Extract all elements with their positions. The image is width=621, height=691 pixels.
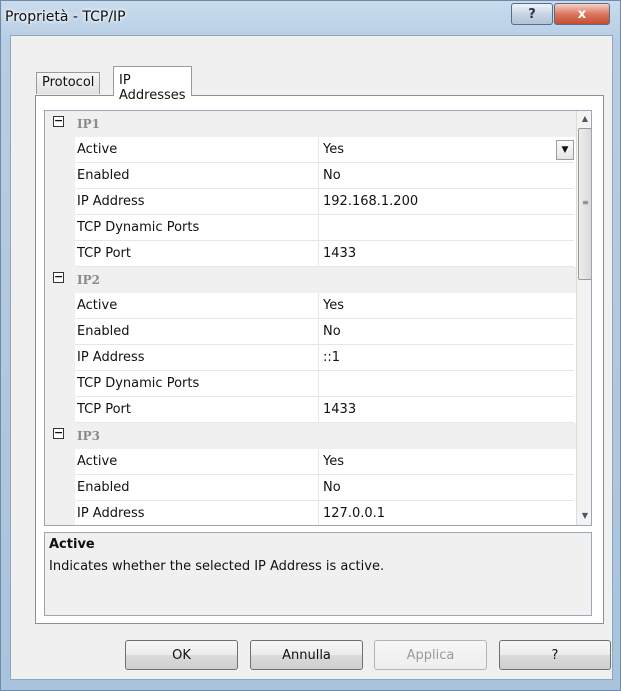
- property-value[interactable]: No: [319, 163, 574, 189]
- property-value[interactable]: ::1: [319, 345, 574, 371]
- property-label: TCP Dynamic Ports: [75, 215, 319, 241]
- cancel-button[interactable]: Annulla: [250, 640, 363, 670]
- property-value[interactable]: No: [319, 319, 574, 345]
- property-row[interactable]: TCP Port 1433: [45, 241, 591, 267]
- collapse-icon[interactable]: −: [53, 115, 64, 127]
- property-value[interactable]: Yes: [319, 293, 574, 319]
- property-label: IP Address: [75, 345, 319, 371]
- category-label: IP3: [77, 429, 100, 443]
- property-row[interactable]: TCP Dynamic Ports: [45, 371, 591, 397]
- property-row[interactable]: IP Address 192.168.1.200: [45, 189, 591, 215]
- property-label: Enabled: [75, 475, 319, 501]
- property-value[interactable]: 192.168.1.200: [319, 189, 574, 215]
- property-value[interactable]: 1433: [319, 241, 574, 267]
- ok-button[interactable]: OK: [125, 640, 238, 670]
- property-label: IP Address: [75, 189, 319, 215]
- scroll-thumb[interactable]: ≡: [578, 128, 591, 280]
- property-row[interactable]: Enabled No: [45, 475, 591, 501]
- description-title: Active: [49, 537, 95, 552]
- property-row[interactable]: Enabled No: [45, 319, 591, 345]
- grip-icon: ≡: [582, 198, 589, 207]
- property-label: TCP Port: [75, 397, 319, 423]
- description-panel: Active Indicates whether the selected IP…: [44, 532, 592, 616]
- property-label: IP Address: [75, 501, 319, 525]
- property-value[interactable]: 127.0.0.1: [319, 501, 574, 525]
- tab-panel-ip-addresses: − IP1 Active Yes ▼ Enabled No IP Address: [35, 95, 604, 624]
- property-label: Enabled: [75, 319, 319, 345]
- category-ip2[interactable]: − IP2: [45, 267, 591, 293]
- property-value[interactable]: Yes: [319, 137, 574, 163]
- property-row[interactable]: TCP Dynamic Ports: [45, 215, 591, 241]
- tab-protocol[interactable]: Protocol: [36, 72, 101, 94]
- scroll-up-arrow-icon[interactable]: ▲: [577, 111, 591, 127]
- property-value[interactable]: [319, 215, 574, 241]
- category-ip1[interactable]: − IP1: [45, 111, 591, 137]
- property-row[interactable]: Active Yes: [45, 293, 591, 319]
- property-label: Active: [75, 137, 319, 163]
- dialog-window: Proprietà - TCP/IP ? x Protocol IP Addre…: [0, 0, 621, 691]
- property-row[interactable]: Active Yes: [45, 449, 591, 475]
- property-row[interactable]: IP Address 127.0.0.1: [45, 501, 591, 525]
- property-row[interactable]: IP Address ::1: [45, 345, 591, 371]
- property-label: Active: [75, 293, 319, 319]
- collapse-icon[interactable]: −: [53, 271, 64, 283]
- collapse-icon[interactable]: −: [53, 427, 64, 439]
- property-value[interactable]: 1433: [319, 397, 574, 423]
- category-label: IP2: [77, 273, 100, 287]
- vertical-scrollbar[interactable]: ▲ ≡ ▼: [576, 111, 591, 525]
- property-row[interactable]: TCP Port 1433: [45, 397, 591, 423]
- description-text: Indicates whether the selected IP Addres…: [49, 559, 385, 574]
- close-button[interactable]: x: [554, 3, 610, 25]
- category-label: IP1: [77, 117, 100, 131]
- property-label: TCP Port: [75, 241, 319, 267]
- property-label: Enabled: [75, 163, 319, 189]
- property-row[interactable]: Active Yes ▼: [45, 137, 591, 163]
- category-ip3[interactable]: − IP3: [45, 423, 591, 449]
- window-title: Proprietà - TCP/IP: [5, 9, 126, 25]
- title-bar[interactable]: Proprietà - TCP/IP ? x: [1, 1, 620, 35]
- chevron-down-icon[interactable]: ▼: [556, 140, 574, 160]
- scroll-down-arrow-icon[interactable]: ▼: [577, 508, 591, 524]
- property-value[interactable]: Yes: [319, 449, 574, 475]
- apply-button[interactable]: Applica: [374, 640, 487, 670]
- help-button[interactable]: ?: [499, 640, 611, 670]
- property-grid: − IP1 Active Yes ▼ Enabled No IP Address: [44, 110, 592, 526]
- property-value[interactable]: [319, 371, 574, 397]
- dialog-client-area: Protocol IP Addresses − IP1 Active Yes ▼: [10, 35, 613, 680]
- title-help-button[interactable]: ?: [511, 3, 553, 25]
- property-value[interactable]: No: [319, 475, 574, 501]
- property-label: TCP Dynamic Ports: [75, 371, 319, 397]
- tab-ip-addresses[interactable]: IP Addresses: [113, 66, 192, 103]
- property-label: Active: [75, 449, 319, 475]
- property-row[interactable]: Enabled No: [45, 163, 591, 189]
